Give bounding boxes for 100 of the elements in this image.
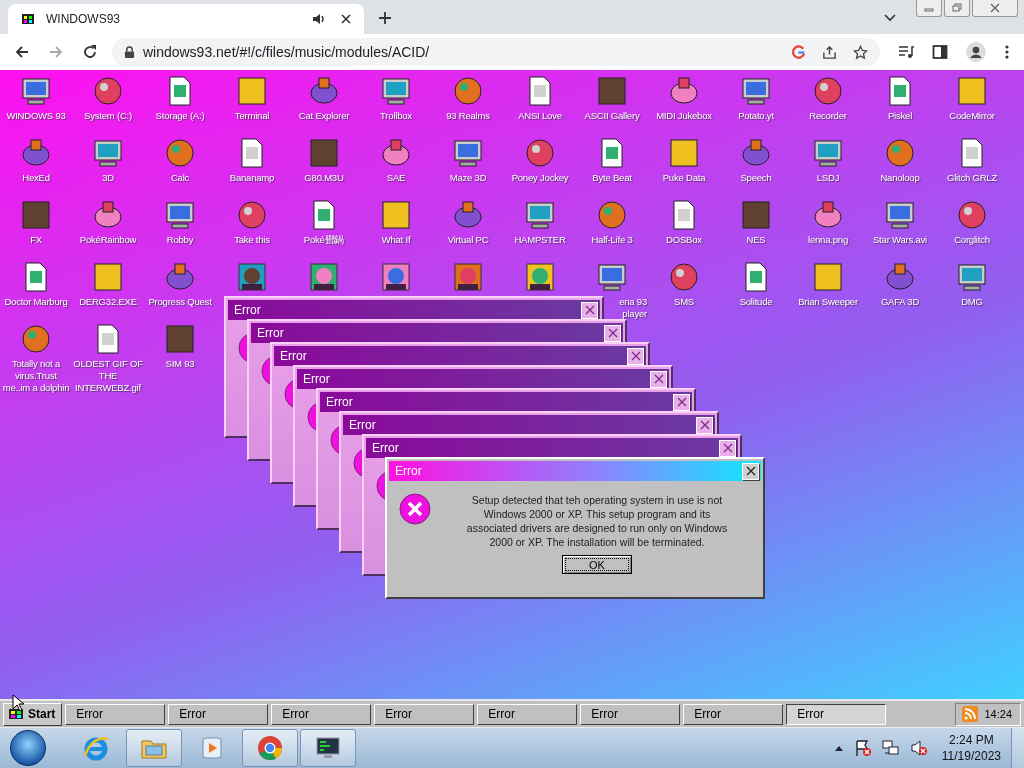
back-icon[interactable]: [14, 44, 30, 60]
app-icon[interactable]: [812, 261, 844, 293]
app-icon[interactable]: [740, 137, 772, 169]
app-icon[interactable]: [20, 323, 52, 355]
icon-label: Cat Explorer: [297, 110, 351, 122]
app-icon[interactable]: [740, 75, 772, 107]
taskbar-button[interactable]: Error: [374, 703, 475, 725]
app-icon[interactable]: [956, 75, 988, 107]
error-message: Setup detected that teh operating system in use is not Windows 2000 or XP. This setup program and its associated drivers are designed to run only on Windows 2000 or XP. The installation will be terminated.: [465, 493, 729, 549]
app-icon[interactable]: [884, 199, 916, 231]
app-icon[interactable]: [20, 137, 52, 169]
app-icon[interactable]: [164, 199, 196, 231]
icon-label: 3D: [101, 172, 115, 184]
app-icon[interactable]: [596, 261, 628, 293]
app-icon[interactable]: [92, 137, 124, 169]
app-icon[interactable]: [92, 199, 124, 231]
browser-tab[interactable]: WINDOWS93: [8, 4, 364, 34]
icon-label: Terminal: [233, 110, 271, 122]
app-icon[interactable]: [380, 137, 412, 169]
app-icon[interactable]: [668, 261, 700, 293]
share-icon[interactable]: [822, 44, 838, 60]
pixel-art-icon[interactable]: [236, 261, 268, 293]
app-icon[interactable]: [452, 199, 484, 231]
dialog-title: Error: [372, 441, 399, 455]
g-logo-icon[interactable]: [791, 44, 807, 60]
icon-label: CodeMirror: [948, 110, 996, 122]
chevron-down-icon[interactable]: [884, 14, 896, 22]
app-icon[interactable]: [92, 75, 124, 107]
app-icon[interactable]: [92, 261, 124, 293]
network-icon[interactable]: [881, 739, 900, 757]
dialog-title: Error: [234, 303, 261, 317]
taskbar-button[interactable]: Error: [65, 703, 166, 725]
app-icon[interactable]: [452, 75, 484, 107]
media-queue-icon[interactable]: [898, 44, 915, 60]
app-icon[interactable]: [164, 261, 196, 293]
app-icon[interactable]: [452, 137, 484, 169]
flag-warning-icon[interactable]: [853, 739, 872, 757]
app-icon[interactable]: [812, 199, 844, 231]
app-icon[interactable]: [812, 137, 844, 169]
pixel-art-icon[interactable]: [380, 261, 412, 293]
close-icon[interactable]: [340, 13, 352, 25]
taskbar-button[interactable]: Error: [168, 703, 269, 725]
taskbar-clock[interactable]: 2:24 PM 11/19/2023: [941, 732, 1001, 764]
icon-label: LSDJ: [815, 172, 841, 184]
icon-label: HexEd: [21, 172, 51, 184]
show-hidden-icon[interactable]: [833, 744, 844, 752]
side-panel-icon[interactable]: [932, 44, 949, 60]
start-button[interactable]: Start: [3, 702, 63, 726]
app-icon[interactable]: [884, 137, 916, 169]
speaker-muted-icon[interactable]: [909, 739, 928, 757]
icon-label: Puke Data: [661, 172, 707, 184]
address-field[interactable]: windows93.net/#!/c/files/music/modules/ACID/: [111, 38, 881, 66]
restore-icon: [951, 3, 963, 13]
app-icon[interactable]: [20, 75, 52, 107]
app-icon[interactable]: [956, 261, 988, 293]
app-icon[interactable]: [884, 261, 916, 293]
app-icon[interactable]: [380, 199, 412, 231]
app-icon[interactable]: [668, 137, 700, 169]
speaker-icon[interactable]: [312, 12, 326, 26]
icon-label: ASCII Gallery: [583, 110, 641, 122]
taskbar-button[interactable]: Error: [477, 703, 578, 725]
icon-label: Doctor Marburg: [3, 296, 69, 308]
pixel-art-icon[interactable]: [308, 261, 340, 293]
app-icon[interactable]: [812, 75, 844, 107]
icon-label: ANSI Love: [517, 110, 563, 122]
dialog-title: Error: [303, 372, 330, 386]
pixel-art-icon[interactable]: [524, 261, 556, 293]
restore-button[interactable]: [944, 0, 970, 17]
app-icon[interactable]: [308, 75, 340, 107]
taskbar-button[interactable]: Error: [786, 703, 887, 725]
error-icon: [399, 493, 431, 525]
app-icon[interactable]: [956, 199, 988, 231]
icon-label: FX: [29, 234, 43, 246]
ok-button[interactable]: OK: [562, 555, 632, 574]
taskbar-button[interactable]: Error: [580, 703, 681, 725]
taskbar-app[interactable]: [300, 729, 356, 767]
taskbar-button[interactable]: Error: [271, 703, 372, 725]
pixel-art-icon[interactable]: [452, 261, 484, 293]
new-tab-icon[interactable]: [378, 11, 392, 25]
app-icon[interactable]: [380, 75, 412, 107]
app-icon[interactable]: [596, 199, 628, 231]
icon-label: DMG: [960, 296, 984, 308]
start-button[interactable]: [10, 730, 46, 766]
app-icon[interactable]: [164, 137, 196, 169]
profile-icon[interactable]: [966, 42, 987, 62]
taskbar-button[interactable]: Error: [683, 703, 784, 725]
icon-label: DERG32.EXE: [78, 296, 138, 308]
icon-label: Calc: [169, 172, 191, 184]
star-icon[interactable]: [853, 44, 869, 60]
app-icon[interactable]: [236, 75, 268, 107]
app-icon[interactable]: [524, 137, 556, 169]
app-icon[interactable]: [236, 199, 268, 231]
app-icon[interactable]: [668, 75, 700, 107]
reload-icon[interactable]: [81, 44, 98, 60]
icon-label: 93 Realms: [445, 110, 491, 122]
icon-label: What If: [380, 234, 412, 246]
icon-label: Byte Beat: [591, 172, 633, 184]
app-icon[interactable]: [524, 199, 556, 231]
icon-label: Nanoloop: [879, 172, 921, 184]
menu-icon[interactable]: [1004, 44, 1011, 60]
